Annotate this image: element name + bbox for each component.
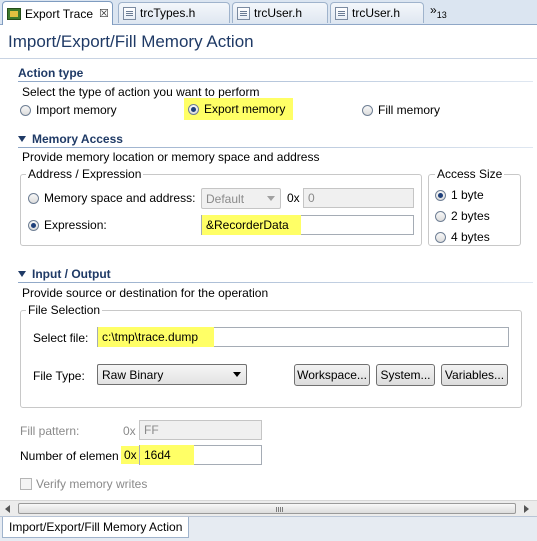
expression-value: &RecorderData: [202, 215, 301, 235]
fill-pattern-input[interactable]: FF: [139, 420, 262, 440]
document-icon: [335, 6, 348, 20]
radio-label: Import memory: [36, 103, 117, 117]
group-label: Address / Expression: [26, 167, 144, 181]
file-type-select[interactable]: Raw Binary: [97, 364, 247, 385]
memory-access-description: Provide memory location or memory space …: [22, 150, 320, 164]
expression-input[interactable]: &RecorderData: [201, 215, 414, 235]
tab-label: Export Trace: [25, 6, 94, 21]
radio-2-bytes[interactable]: 2 bytes: [435, 209, 490, 223]
document-icon: [123, 6, 136, 20]
tab-trcuser-1[interactable]: trcUser.h: [232, 2, 328, 23]
radio-label: Fill memory: [378, 103, 440, 117]
title-divider: [0, 58, 537, 59]
space-address-input[interactable]: 0: [303, 188, 414, 208]
radio-import-memory[interactable]: Import memory: [20, 103, 117, 117]
page-title: Import/Export/Fill Memory Action: [8, 32, 254, 51]
file-selection-group: [20, 310, 522, 408]
radio-expression[interactable]: Expression:: [28, 218, 107, 232]
radio-label: 1 byte: [451, 188, 484, 202]
tab-label: trcTypes.h: [140, 6, 196, 20]
fill-pattern-label: Fill pattern:: [20, 424, 80, 438]
action-type-description: Select the type of action you want to pe…: [22, 85, 260, 99]
grip-icon: [276, 507, 284, 512]
workspace-button[interactable]: Workspace...: [294, 364, 370, 386]
radio-selected-icon: [28, 219, 39, 231]
input-output-description: Provide source or destination for the op…: [22, 286, 269, 300]
group-label: File Selection: [26, 303, 103, 317]
radio-label: Export memory: [204, 102, 286, 116]
select-value: Raw Binary: [102, 367, 164, 382]
expand-triangle-icon: [18, 136, 26, 142]
hex-prefix: 0x: [287, 191, 300, 205]
number-of-elements-input[interactable]: 16d4: [139, 445, 262, 465]
radio-selected-icon: [188, 103, 199, 115]
radio-label: 4 bytes: [451, 230, 490, 244]
horizontal-scrollbar[interactable]: [0, 500, 537, 517]
overflow-count: 13: [436, 10, 447, 20]
document-icon: [237, 6, 250, 20]
tab-overflow-button[interactable]: »13: [430, 3, 447, 20]
number-of-elements-prefix: 0x: [121, 446, 140, 464]
group-label: Access Size: [435, 167, 505, 181]
section-label: Memory Access: [32, 132, 123, 146]
select-file-value: c:\tmp\trace.dump: [98, 327, 214, 347]
tab-label: trcUser.h: [254, 6, 303, 20]
radio-icon: [435, 210, 446, 222]
radio-memory-space[interactable]: Memory space and address:: [28, 191, 195, 205]
radio-icon: [362, 104, 373, 116]
file-type-label: File Type:: [33, 369, 85, 383]
radio-fill-memory[interactable]: Fill memory: [362, 103, 440, 117]
tab-trcuser-2[interactable]: trcUser.h: [330, 2, 424, 23]
verify-label: Verify memory writes: [36, 477, 148, 491]
close-icon[interactable]: ☒: [99, 7, 109, 20]
section-label: Input / Output: [32, 267, 111, 281]
select-value: Default: [206, 191, 245, 206]
select-file-input[interactable]: c:\tmp\trace.dump: [97, 327, 509, 347]
radio-label: Expression:: [44, 218, 107, 232]
tab-export-trace[interactable]: Export Trace ☒: [2, 1, 113, 25]
chevron-down-icon: [233, 372, 241, 377]
section-divider: [18, 147, 533, 148]
section-divider: [18, 282, 533, 283]
bottom-tab-bar: Import/Export/Fill Memory Action: [0, 516, 537, 541]
address-expression-group: [20, 174, 422, 246]
verify-checkbox[interactable]: [20, 478, 32, 490]
variables-button[interactable]: Variables...: [441, 364, 508, 386]
radio-1-byte[interactable]: 1 byte: [435, 188, 484, 202]
radio-icon: [435, 231, 446, 243]
radio-export-memory[interactable]: Export memory: [184, 98, 293, 120]
select-file-label: Select file:: [33, 331, 89, 345]
section-divider: [18, 81, 533, 82]
section-action-type-header: Action type: [18, 66, 318, 80]
expand-triangle-icon: [18, 271, 26, 277]
section-input-output-header[interactable]: Input / Output: [18, 267, 111, 281]
board-icon: [7, 7, 21, 20]
section-label: Action type: [18, 66, 84, 80]
chevron-down-icon: [267, 196, 275, 201]
number-of-elements-label: Number of elemen: [20, 449, 119, 463]
radio-selected-icon: [435, 189, 446, 201]
number-of-elements-value: 16d4: [140, 445, 194, 465]
tab-label: trcUser.h: [352, 6, 401, 20]
radio-label: 2 bytes: [451, 209, 490, 223]
chevron-double-right-icon: »: [430, 3, 437, 17]
system-button[interactable]: System...: [376, 364, 435, 386]
radio-label: Memory space and address:: [44, 191, 196, 205]
scroll-left-icon[interactable]: [5, 505, 10, 513]
fill-pattern-prefix: 0x: [123, 424, 136, 438]
tab-trctypes[interactable]: trcTypes.h: [118, 2, 230, 23]
scrollbar-thumb[interactable]: [18, 503, 516, 514]
radio-4-bytes[interactable]: 4 bytes: [435, 230, 490, 244]
editor-tab-bar: Export Trace ☒ trcTypes.h trcUser.h trcU…: [0, 0, 537, 25]
scroll-right-icon[interactable]: [524, 505, 529, 513]
section-memory-access-header[interactable]: Memory Access: [18, 132, 123, 146]
radio-icon: [20, 104, 31, 116]
tab-import-export-fill[interactable]: Import/Export/Fill Memory Action: [2, 517, 190, 538]
radio-icon: [28, 192, 39, 204]
memory-space-select[interactable]: Default: [201, 188, 281, 209]
